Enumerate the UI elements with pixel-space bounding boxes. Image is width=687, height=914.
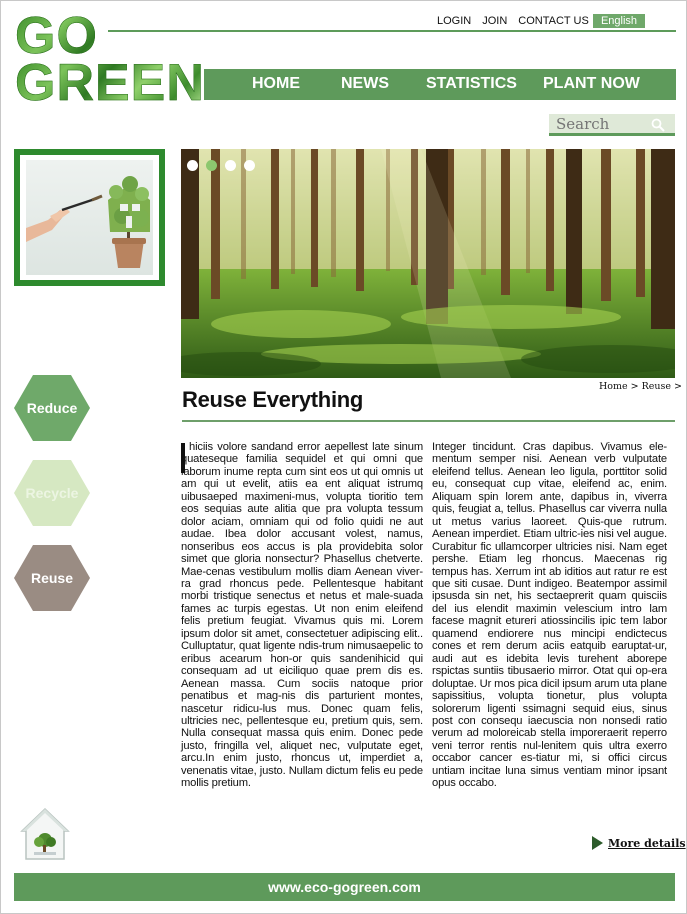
breadcrumb[interactable]: Home > Reuse > (599, 381, 682, 392)
article-text-left: hiciis volore sandand error aepellest la… (181, 441, 423, 790)
title-divider (182, 420, 675, 422)
join-link[interactable]: JOIN (482, 15, 507, 27)
slider-dot-4[interactable] (244, 160, 255, 171)
more-details-link[interactable]: More details (608, 837, 686, 850)
search-input[interactable] (549, 114, 649, 134)
eco-house-thumbnail[interactable] (14, 149, 165, 286)
nav-home[interactable]: HOME (252, 75, 300, 93)
forest-illustration (181, 149, 675, 378)
nav-news[interactable]: NEWS (341, 75, 389, 93)
article-column-right: Integer tincidunt. Cras dapibus. Vivamus… (432, 441, 667, 790)
login-link[interactable]: LOGIN (437, 15, 471, 27)
search-icon[interactable] (651, 118, 665, 132)
eco-house-image (26, 160, 153, 275)
nav-statistics[interactable]: STATISTICS (426, 75, 517, 93)
language-selector[interactable]: English (593, 14, 645, 28)
article-column-left: hiciis volore sandand error aepellest la… (181, 441, 423, 790)
footer-url[interactable]: www.eco-gogreen.com (14, 873, 675, 901)
slider-dot-1[interactable] (187, 160, 198, 171)
painting-plant-illustration (26, 176, 150, 268)
search-box (549, 114, 675, 136)
logo-line-2: GREEN (15, 53, 205, 112)
article-text-right: Integer tincidunt. Cras dapibus. Vivamus… (432, 441, 667, 790)
nav-plant-now[interactable]: PLANT NOW (543, 75, 640, 93)
top-links: LOGIN JOIN CONTACT US (437, 14, 600, 28)
slider-dots (187, 160, 263, 171)
slider-dot-2[interactable] (206, 160, 217, 171)
contact-us-link[interactable]: CONTACT US (518, 15, 589, 27)
page-title: Reuse Everything (182, 387, 364, 412)
arrow-right-icon (592, 836, 603, 850)
top-divider (108, 30, 676, 32)
slider-dot-3[interactable] (225, 160, 236, 171)
logo-line-1: GO (15, 10, 201, 62)
go-green-logo[interactable]: GO GREEN (15, 10, 205, 112)
eco-house-icon[interactable] (20, 807, 70, 862)
hero-forest-image (181, 149, 675, 378)
more-details: More details (592, 836, 686, 850)
main-nav: HOME NEWS STATISTICS PLANT NOW (204, 69, 676, 100)
